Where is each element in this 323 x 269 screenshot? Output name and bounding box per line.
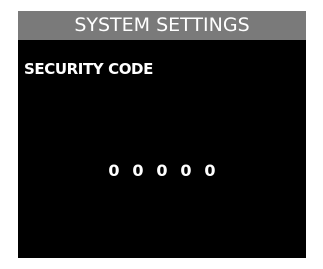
security-code-input[interactable]: 0 0 0 0 0 (18, 161, 306, 181)
screen-title: SYSTEM SETTINGS (18, 11, 306, 40)
device-screen: SYSTEM SETTINGS SECURITY CODE 0 0 0 0 0 (18, 11, 306, 258)
code-digit-5[interactable]: 0 (198, 161, 222, 181)
security-code-label: SECURITY CODE (24, 60, 153, 78)
code-digit-2[interactable]: 0 (126, 161, 150, 181)
code-digit-1[interactable]: 0 (102, 161, 126, 181)
code-digit-3[interactable]: 0 (150, 161, 174, 181)
code-digit-4[interactable]: 0 (174, 161, 198, 181)
